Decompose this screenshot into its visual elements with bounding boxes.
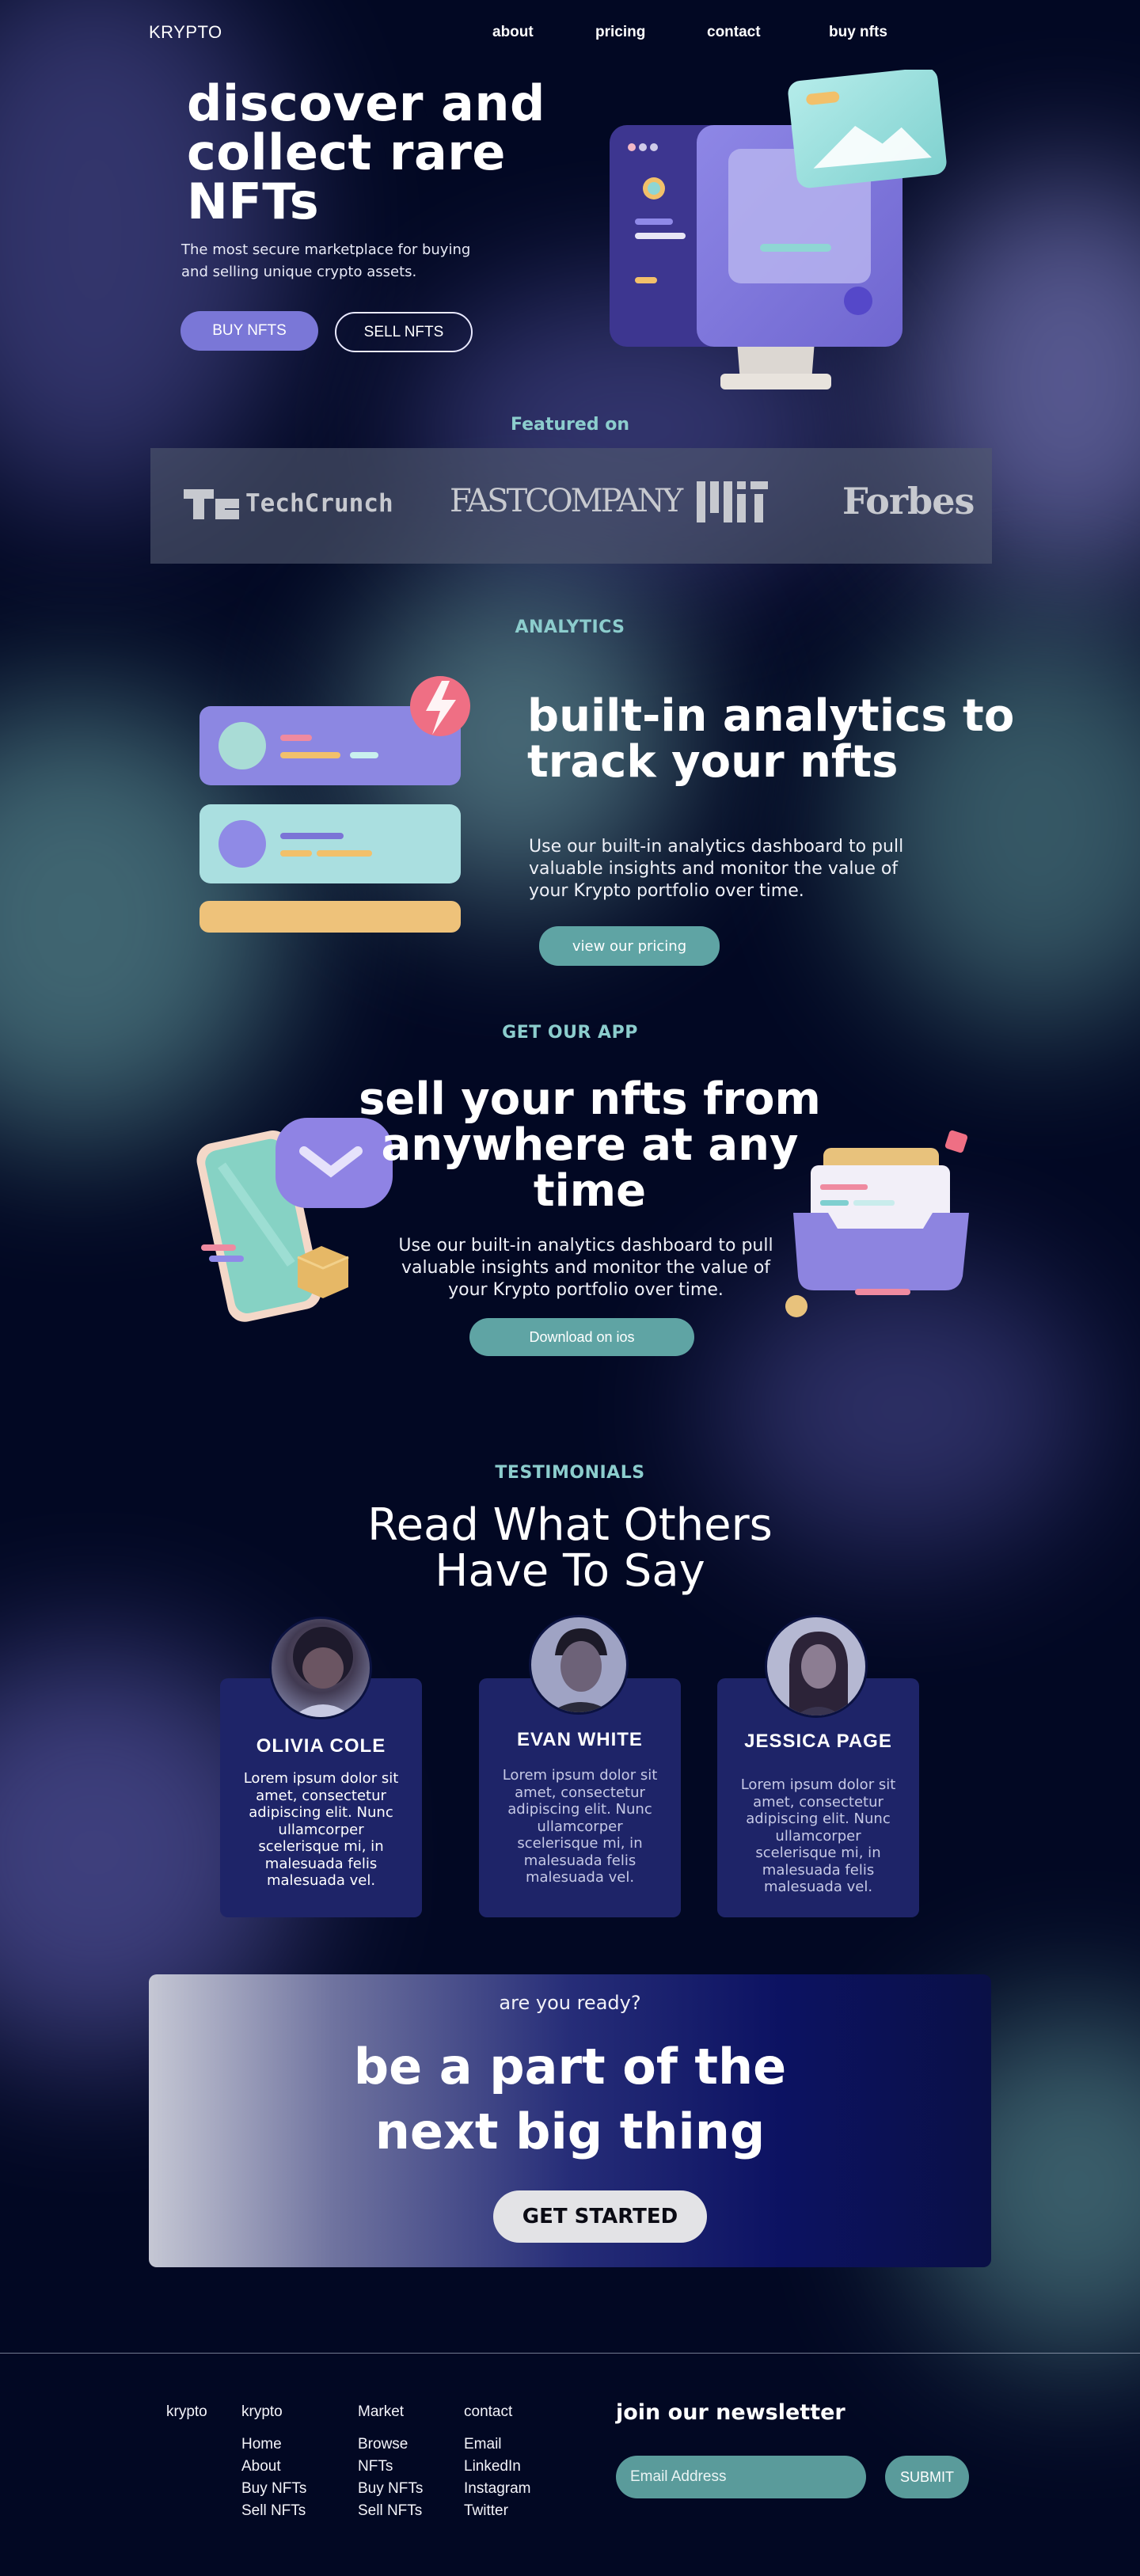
footer-link-home[interactable]: Home [241,2434,306,2456]
analytics-label: ANALYTICS [515,617,625,637]
hero-subtitle: The most secure marketplace for buying a… [181,241,471,280]
footer-link-about[interactable]: About [241,2456,306,2478]
download-ios-button[interactable]: Download on ios [469,1318,694,1356]
app-label: GET OUR APP [502,1023,638,1043]
buy-nfts-button[interactable]: BUY NFTS [180,311,318,351]
footer-link-nfts[interactable]: NFTs [358,2456,423,2478]
testimonial-text: Lorem ipsum dolor sit amet, consectetur … [740,1776,896,1895]
newsletter-title: join our newsletter [616,2400,846,2425]
techcrunch-icon [184,489,239,519]
computer-illustration [610,70,947,389]
analytics-title: built-in analytics to track your nfts [527,690,1015,788]
footer-link-twitter[interactable]: Twitter [464,2500,530,2522]
footer-brand[interactable]: krypto [166,2403,207,2421]
footer-link-linkedin[interactable]: LinkedIn [464,2456,530,2478]
view-pricing-button[interactable]: view our pricing [539,926,720,966]
footer-link-browse[interactable]: Browse [358,2434,423,2456]
testimonial-text: Lorem ipsum dolor sit amet, consectetur … [243,1770,399,1889]
testimonials-label: TESTIMONIALS [495,1463,645,1483]
testimonial-text: Lorem ipsum dolor sit amet, consectetur … [502,1767,658,1886]
email-field[interactable] [616,2456,866,2498]
avatar-evan [529,1615,629,1715]
app-subtitle: Use our built-in analytics dashboard to … [398,1236,773,1300]
analytics-subtitle: Use our built-in analytics dashboard to … [529,837,904,901]
footer-heading-contact: contact [464,2403,513,2420]
person-icon [292,1627,354,1717]
footer-link-market-sell-nfts[interactable]: Sell NFTs [358,2500,423,2522]
testimonial-name: EVAN WHITE [517,1729,643,1750]
inbox-tray-illustration [785,1130,969,1317]
avatar-jessica [765,1615,868,1718]
hero-title: discover and collect rare NFTs [187,74,545,230]
press-logo-forbes: Forbes [842,480,975,522]
brand-logo[interactable]: KRYPTO [149,22,222,43]
footer-link-email[interactable]: Email [464,2434,530,2456]
submit-button[interactable]: SUBMIT [885,2456,969,2498]
footer-divider [0,2353,1140,2354]
footer-column-contact: Email LinkedIn Instagram Twitter [464,2434,530,2522]
avatar-olivia [269,1617,372,1719]
cta-title: be a part of the next big thing [0,2035,1140,2164]
footer-heading-krypto: krypto [241,2403,283,2420]
nav-link-buy-nfts[interactable]: buy nfts [829,24,887,41]
testimonial-name: JESSICA PAGE [744,1731,892,1752]
app-title: sell your nfts from anywhere at any time [359,1073,821,1217]
press-logo-techcrunch: TechCrunch [245,489,393,518]
footer-column-market: Browse NFTs Buy NFTs Sell NFTs [358,2434,423,2522]
person-icon [550,1628,612,1712]
press-logo-fastcompany: FASTCOMPANY [450,483,683,519]
footer-link-instagram[interactable]: Instagram [464,2478,530,2500]
press-logo-mit [697,481,768,522]
footer-link-sell-nfts[interactable]: Sell NFTs [241,2500,306,2522]
get-started-button[interactable]: GET STARTED [493,2190,707,2243]
person-icon [789,1632,848,1715]
nav-link-contact[interactable]: contact [707,24,761,41]
testimonial-name: OLIVIA COLE [256,1735,386,1757]
footer-column-krypto: Home About Buy NFTs Sell NFTs [241,2434,306,2522]
cta-title-line-2: next big thing [374,2103,766,2160]
footer-heading-market: Market [358,2403,405,2420]
featured-label: Featured on [510,415,630,435]
cta-eyebrow: are you ready? [499,1992,641,2014]
nav-link-about[interactable]: about [492,24,534,41]
testimonials-title-line-1: Read What Others [367,1499,773,1551]
sell-nfts-button[interactable]: SELL NFTS [335,312,473,352]
testimonials-title-line-2: Have To Say [435,1545,705,1597]
cta-title-line-1: be a part of the [353,2038,787,2095]
analytics-cards-illustration [200,676,470,933]
footer-link-buy-nfts[interactable]: Buy NFTs [241,2478,306,2500]
footer-link-market-buy-nfts[interactable]: Buy NFTs [358,2478,423,2500]
nav-link-pricing[interactable]: pricing [595,24,645,41]
testimonials-title: Read What Others Have To Say [0,1503,1140,1594]
